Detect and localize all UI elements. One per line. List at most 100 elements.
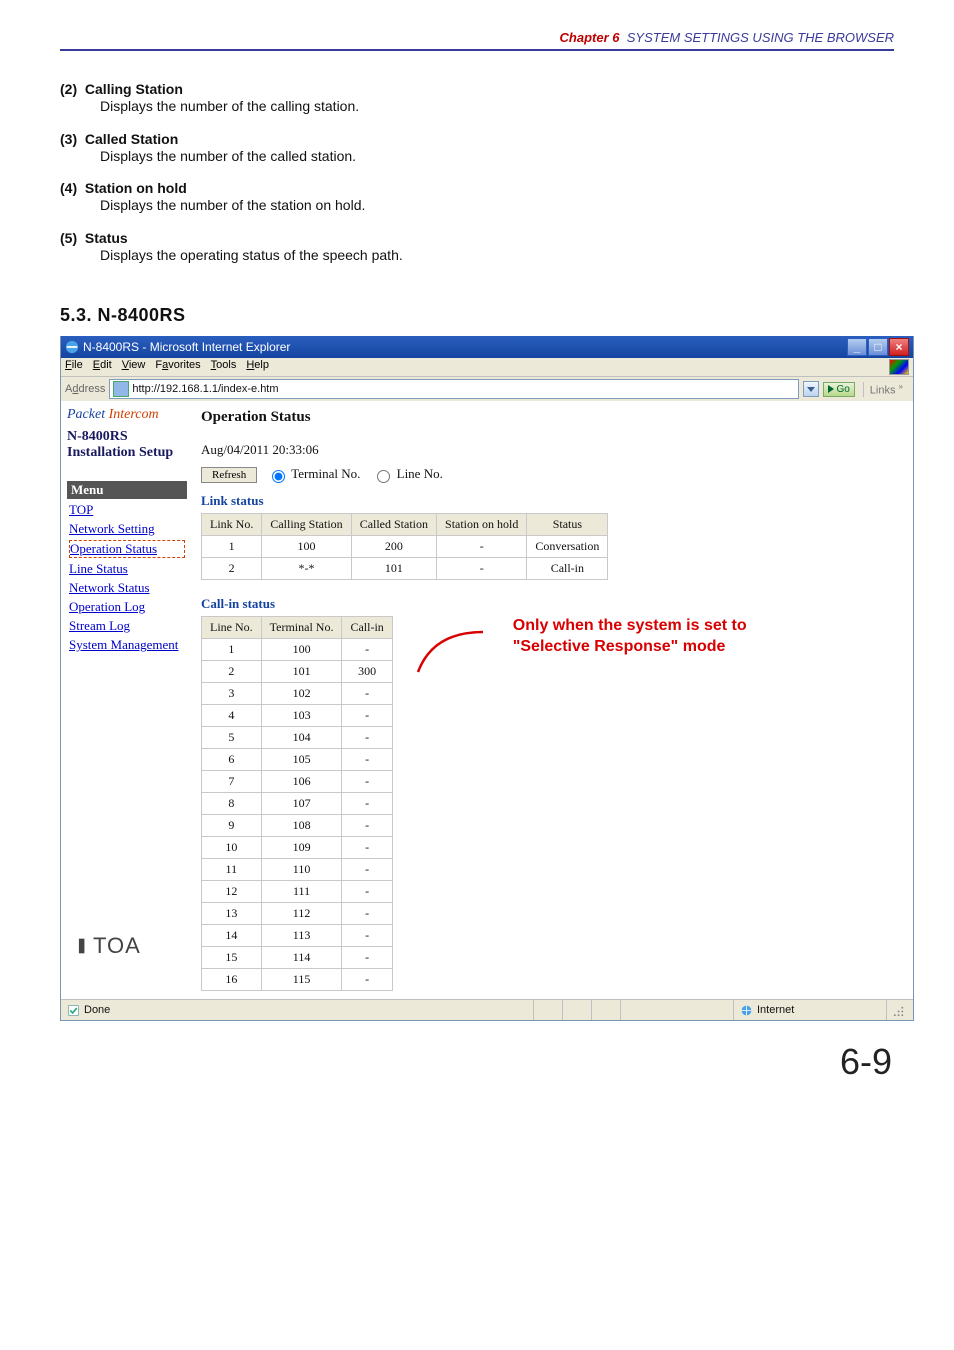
table-row: 2*-*101-Call-in [202,558,608,580]
model-name: N-8400RS [67,429,187,445]
section-heading: 5.3. N-8400RS [60,305,894,326]
window-title: N-8400RS - Microsoft Internet Explorer [83,340,290,354]
chapter-header: Chapter 6 SYSTEM SETTINGS USING THE BROW… [60,30,894,45]
definition-item: (5) StatusDisplays the operating status … [60,230,894,266]
table-header: Line No. [202,617,262,639]
status-sep3 [591,1000,620,1020]
address-dropdown[interactable] [803,381,819,397]
browser-window: N-8400RS - Microsoft Internet Explorer _… [60,336,914,1021]
brand-logo: Packet Intercom [67,407,187,423]
timestamp: Aug/04/2011 20:33:06 [201,442,903,458]
menu-file[interactable]: File [65,359,83,375]
def-head: (3) Called Station [60,131,894,147]
table-row: 8107- [202,793,393,815]
table-row: 2101300 [202,661,393,683]
sidebar-item-line-status[interactable]: Line Status [69,561,185,577]
ie-icon [65,340,79,354]
table-header: Called Station [351,514,436,536]
table-row: 12111- [202,881,393,903]
toa-logo: TOA [67,933,187,959]
status-zone: Internet [733,1000,886,1020]
go-arrow-icon [828,385,834,393]
table-header: Calling Station [262,514,351,536]
menu-favorites[interactable]: Favorites [155,359,200,375]
table-row: 6105- [202,749,393,771]
table-row: 10109- [202,837,393,859]
chapter-number: Chapter 6 [560,30,620,45]
def-head: (4) Station on hold [60,180,894,196]
definition-item: (4) Station on holdDisplays the number o… [60,180,894,216]
table-header: Link No. [202,514,262,536]
definition-item: (2) Calling StationDisplays the number o… [60,81,894,117]
table-row: 1100200-Conversation [202,536,608,558]
callin-status-header: Call-in status [201,596,393,612]
def-body: Displays the number of the calling stati… [60,97,894,117]
status-sep4 [620,1000,733,1020]
chapter-title: SYSTEM SETTINGS USING THE BROWSER [627,30,894,45]
table-row: 3102- [202,683,393,705]
table-header: Status [527,514,608,536]
sidebar-item-network-status[interactable]: Network Status [69,580,185,596]
address-input[interactable]: http://192.168.1.1/index-e.htm [109,379,799,399]
sidebar-item-operation-log[interactable]: Operation Log [69,599,185,615]
callin-status-table: Line No.Terminal No.Call-in1100-21013003… [201,616,393,991]
menu-edit[interactable]: Edit [93,359,112,375]
sidebar: Packet Intercom N-8400RS Installation Se… [61,401,191,999]
page-favicon-icon [113,381,129,397]
done-icon [67,1004,80,1017]
table-header: Terminal No. [261,617,342,639]
internet-zone-icon [740,1004,753,1017]
windows-flag-icon [889,359,909,375]
table-row: 5104- [202,727,393,749]
resize-grip[interactable] [886,1000,913,1020]
main-content: Operation Status Aug/04/2011 20:33:06 Re… [191,401,913,999]
callout-curve [413,602,493,682]
definition-item: (3) Called StationDisplays the number of… [60,131,894,167]
radio-group: Terminal No. Line No. [267,466,443,483]
table-header: Call-in [342,617,392,639]
table-row: 16115- [202,969,393,991]
status-bar: Done Internet [61,999,913,1020]
table-row: 11110- [202,859,393,881]
address-label: Address [65,383,105,395]
table-header: Station on hold [437,514,527,536]
status-done: Done [61,1000,116,1020]
url-text: http://192.168.1.1/index-e.htm [132,383,278,395]
page-number: 6-9 [60,1041,894,1083]
setup-title: Installation Setup [67,445,187,461]
page-title: Operation Status [201,409,903,426]
note-text: Only when the system is set to "Selectiv… [513,616,747,658]
table-row: 9108- [202,815,393,837]
divider [60,49,894,51]
radio-terminal[interactable]: Terminal No. [267,466,360,483]
sidebar-item-operation-status[interactable]: Operation Status [69,540,185,558]
close-button[interactable]: × [889,338,909,356]
def-head: (2) Calling Station [60,81,894,97]
title-bar: N-8400RS - Microsoft Internet Explorer _… [61,336,913,358]
maximize-button[interactable]: □ [868,338,888,356]
table-row: 7106- [202,771,393,793]
table-row: 13112- [202,903,393,925]
status-sep1 [533,1000,562,1020]
sidebar-item-system-management[interactable]: System Management [69,637,185,653]
menu-view[interactable]: View [122,359,146,375]
link-status-header: Link status [201,493,903,509]
def-head: (5) Status [60,230,894,246]
def-body: Displays the number of the station on ho… [60,196,894,216]
refresh-button[interactable]: Refresh [201,467,257,483]
menu-header: Menu [67,481,187,499]
table-row: 14113- [202,925,393,947]
go-button[interactable]: Go [823,382,854,397]
sidebar-item-network-setting[interactable]: Network Setting [69,521,185,537]
radio-line[interactable]: Line No. [372,466,442,483]
table-row: 1100- [202,639,393,661]
menu-help[interactable]: Help [246,359,269,375]
link-status-table: Link No.Calling StationCalled StationSta… [201,513,608,580]
links-label[interactable]: Links » [863,382,909,397]
menu-tools[interactable]: Tools [211,359,237,375]
sidebar-item-top[interactable]: TOP [69,502,185,518]
sidebar-item-stream-log[interactable]: Stream Log [69,618,185,634]
minimize-button[interactable]: _ [847,338,867,356]
table-row: 15114- [202,947,393,969]
address-bar: Address http://192.168.1.1/index-e.htm G… [61,376,913,401]
